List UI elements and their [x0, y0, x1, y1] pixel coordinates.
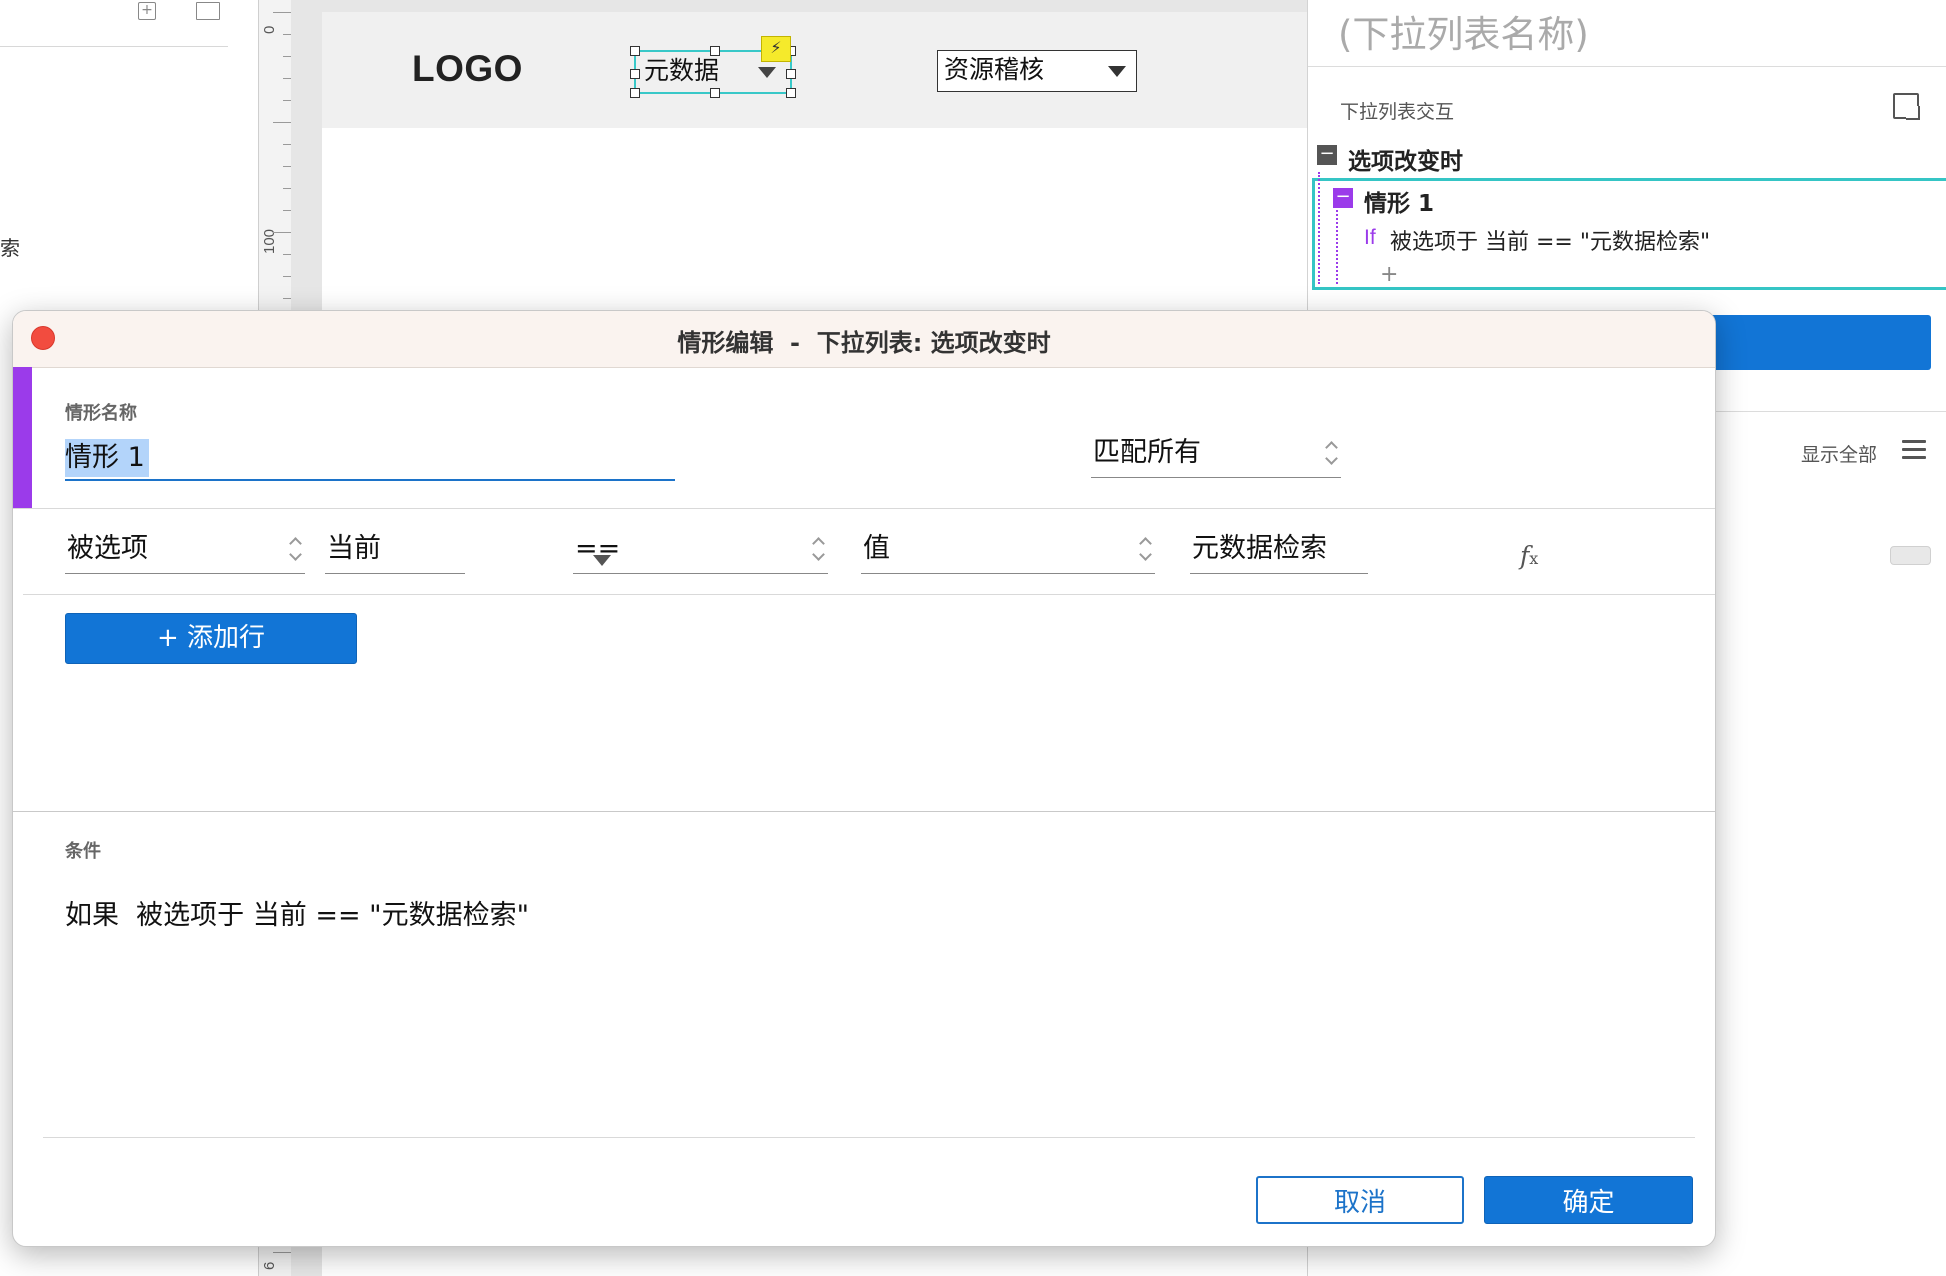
- case-name-label: 情形名称: [65, 403, 137, 424]
- ruler-tick: [273, 232, 291, 233]
- case-name-input[interactable]: [65, 437, 675, 481]
- dialog-titlebar[interactable]: 情形编辑 - 下拉列表: 选项改变时: [13, 311, 1715, 368]
- left-panel-truncated-text: 索: [0, 236, 20, 260]
- section-divider: [13, 811, 1715, 812]
- match-mode-value: 匹配所有: [1093, 437, 1201, 468]
- case-name-selected-text[interactable]: 情形 1: [65, 439, 149, 477]
- ruler-label-600: 6: [261, 1261, 278, 1270]
- collapse-case-icon[interactable]: −: [1333, 188, 1353, 208]
- ruler-tick: [283, 78, 291, 79]
- widget-name-field[interactable]: (下拉列表名称): [1338, 4, 1589, 58]
- case-color-bar: [13, 367, 32, 508]
- condition-target-select[interactable]: 被选项: [65, 529, 305, 574]
- resize-handle[interactable]: [630, 46, 640, 56]
- left-panel-divider: [0, 46, 228, 47]
- ruler-tick: [283, 254, 291, 255]
- show-all-link[interactable]: 显示全部: [1801, 440, 1877, 467]
- ok-button[interactable]: 确定: [1484, 1176, 1693, 1224]
- condition-operator-select[interactable]: ==: [573, 529, 828, 574]
- up-down-arrows-icon: [812, 535, 826, 563]
- ruler-tick: [273, 1252, 291, 1253]
- event-title[interactable]: 选项改变时: [1348, 142, 1463, 176]
- match-mode-select[interactable]: 匹配所有: [1091, 433, 1341, 478]
- ruler-tick: [283, 100, 291, 101]
- ruler-tick: [283, 56, 291, 57]
- ruler-tick: [283, 34, 291, 35]
- cancel-button[interactable]: 取消: [1256, 1176, 1464, 1224]
- condition-scope-value: 当前: [327, 533, 381, 564]
- prototype-header-bar[interactable]: LOGO 元数据 ⚡ 资源稽核: [322, 12, 1307, 128]
- resize-handle[interactable]: [786, 69, 796, 79]
- prototype-dropdown-audit[interactable]: 资源稽核: [937, 50, 1137, 92]
- resize-handle[interactable]: [630, 69, 640, 79]
- ruler-label-0: 0: [261, 25, 278, 34]
- ruler-tick: [283, 298, 291, 299]
- condition-scope-select[interactable]: 当前: [325, 529, 465, 574]
- case-editor-dialog: 情形编辑 - 下拉列表: 选项改变时 情形名称 情形 1 匹配所有 被选项 当前…: [12, 310, 1716, 1247]
- up-down-arrows-icon: [1139, 535, 1153, 563]
- section-divider: [13, 508, 1715, 509]
- add-row-button[interactable]: + 添加行: [65, 613, 357, 664]
- footer-divider: [43, 1137, 1695, 1138]
- prototype-dropdown-label: 资源稽核: [944, 55, 1045, 84]
- collapse-event-icon[interactable]: −: [1317, 145, 1337, 165]
- condition-operator-value: ==: [575, 533, 621, 564]
- hamburger-menu-icon[interactable]: [1902, 440, 1926, 460]
- condition-value-type-select[interactable]: 值: [861, 529, 1155, 574]
- dialog-title: 情形编辑 - 下拉列表: 选项改变时: [677, 329, 1051, 357]
- case-title[interactable]: 情形 1: [1364, 184, 1434, 218]
- add-page-icon[interactable]: +: [138, 2, 156, 20]
- condition-value-input[interactable]: 元数据检索: [1190, 529, 1368, 574]
- ruler-tick: [283, 210, 291, 211]
- condition-summary-label: 条件: [65, 841, 101, 862]
- up-down-arrows-icon: [1325, 439, 1339, 467]
- folder-icon[interactable]: [196, 2, 220, 20]
- resize-handle[interactable]: [786, 88, 796, 98]
- prototype-logo[interactable]: LOGO: [412, 48, 523, 90]
- ruler-tick: [283, 166, 291, 167]
- toggle-switch[interactable]: [1890, 546, 1931, 565]
- tree-connector: [1318, 172, 1320, 284]
- condition-value-text: 元数据检索: [1192, 533, 1327, 564]
- case-condition-text[interactable]: 被选项于 当前 == "元数据检索": [1390, 224, 1710, 256]
- condition-target-value: 被选项: [67, 533, 148, 564]
- ruler-tick: [283, 276, 291, 277]
- case-if-keyword: If: [1364, 226, 1376, 249]
- condition-summary-text: 如果 被选项于 当前 == "元数据检索": [65, 900, 529, 931]
- expand-interactions-icon[interactable]: [1893, 93, 1919, 119]
- tree-connector: [1336, 210, 1338, 284]
- lightning-icon[interactable]: ⚡: [761, 36, 791, 62]
- ruler-tick: [283, 188, 291, 189]
- section-divider: [23, 594, 1715, 595]
- ruler-tick: [273, 12, 291, 13]
- panel-divider: [1308, 66, 1946, 67]
- condition-value-type-value: 值: [863, 533, 890, 564]
- resize-handle[interactable]: [710, 88, 720, 98]
- ruler-tick: [273, 122, 291, 123]
- resize-handle[interactable]: [710, 46, 720, 56]
- ruler-tick: [283, 144, 291, 145]
- up-down-arrows-icon: [289, 535, 303, 563]
- add-action-icon[interactable]: +: [1380, 262, 1398, 287]
- interactions-section-title: 下拉列表交互: [1340, 101, 1455, 123]
- resize-handle[interactable]: [630, 88, 640, 98]
- fx-icon[interactable]: fx: [1520, 541, 1538, 570]
- chevron-down-icon: [1108, 66, 1126, 77]
